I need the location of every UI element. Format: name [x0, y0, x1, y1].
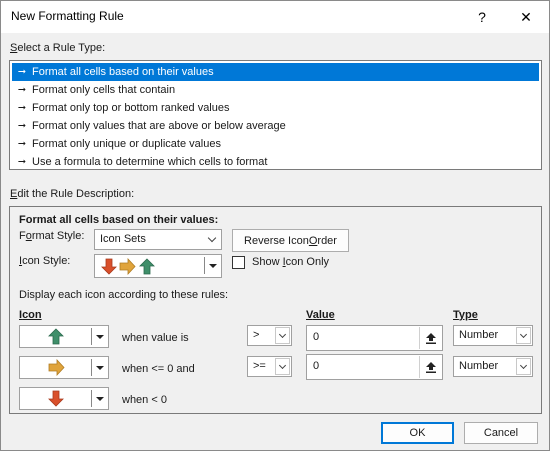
- show-icon-only-checkbox[interactable]: [232, 256, 245, 269]
- dropdown-arrow-icon: [96, 335, 104, 339]
- icon-style-label: Icon Style:: [19, 255, 71, 267]
- chevron-down-icon: [516, 327, 531, 344]
- title-bar: New Formatting Rule ? ✕: [1, 1, 549, 33]
- chevron-down-icon: [275, 327, 290, 344]
- type-select-row-1[interactable]: Number: [453, 325, 533, 346]
- window-title: New Formatting Rule: [11, 9, 124, 23]
- value-input-row-2[interactable]: 0: [306, 354, 443, 380]
- rule-arrow-icon: ⭢: [18, 120, 26, 131]
- yellow-right-arrow-icon: [48, 359, 65, 376]
- format-style-label: Format Style:: [19, 230, 85, 242]
- reverse-icon-order-button[interactable]: Reverse Icon Order: [232, 229, 349, 252]
- type-column-header: Type: [453, 309, 478, 321]
- dropdown-arrow-icon: [96, 366, 104, 370]
- dropdown-arrow-icon: [96, 397, 104, 401]
- green-up-arrow-icon: [139, 258, 155, 275]
- condition-text-row-2: when <= 0 and: [122, 363, 195, 375]
- green-up-arrow-icon: [48, 328, 64, 345]
- rule-arrow-icon: ⭢: [18, 138, 26, 149]
- value-input-row-1[interactable]: 0: [306, 325, 443, 351]
- rule-type-item[interactable]: ⭢ Format all cells based on their values: [12, 63, 539, 81]
- red-down-arrow-icon: [48, 390, 64, 407]
- rule-arrow-icon: ⭢: [18, 66, 26, 77]
- range-picker-icon[interactable]: [419, 356, 441, 378]
- rules-intro-text: Display each icon according to these rul…: [19, 289, 229, 301]
- rule-description-panel: Format all cells based on their values: …: [9, 206, 542, 414]
- value-column-header: Value: [306, 309, 335, 321]
- new-formatting-rule-dialog: New Formatting Rule ? ✕ Select a Rule Ty…: [0, 0, 550, 451]
- dropdown-arrow-icon: [209, 264, 217, 268]
- rule-type-item[interactable]: ⭢ Format only unique or duplicate values: [12, 135, 539, 153]
- rule-type-list[interactable]: ⭢ Format all cells based on their values…: [9, 60, 542, 170]
- icon-select-row-1[interactable]: [19, 325, 109, 348]
- ok-button[interactable]: OK: [381, 422, 454, 444]
- icon-select-row-3[interactable]: [19, 387, 109, 410]
- type-select-row-2[interactable]: Number: [453, 356, 533, 377]
- rule-arrow-icon: ⭢: [18, 84, 26, 95]
- operator-select-row-1[interactable]: >: [247, 325, 292, 346]
- yellow-right-arrow-icon: [119, 258, 136, 275]
- chevron-down-icon: [275, 358, 290, 375]
- chevron-down-icon: [516, 358, 531, 375]
- rule-arrow-icon: ⭢: [18, 156, 26, 167]
- rule-type-label: Select a Rule Type:: [10, 42, 106, 54]
- format-style-select[interactable]: Icon Sets: [94, 229, 222, 250]
- chevron-down-icon: [203, 231, 220, 248]
- icon-style-select[interactable]: [94, 254, 222, 278]
- rule-type-item[interactable]: ⭢ Format only top or bottom ranked value…: [12, 99, 539, 117]
- range-picker-icon[interactable]: [419, 327, 441, 349]
- red-down-arrow-icon: [101, 258, 117, 275]
- operator-select-row-2[interactable]: >=: [247, 356, 292, 377]
- rule-type-item[interactable]: ⭢ Format only values that are above or b…: [12, 117, 539, 135]
- icon-select-row-2[interactable]: [19, 356, 109, 379]
- rule-type-item[interactable]: ⭢ Use a formula to determine which cells…: [12, 153, 539, 171]
- condition-text-row-1: when value is: [122, 332, 189, 344]
- rule-arrow-icon: ⭢: [18, 102, 26, 113]
- description-heading: Format all cells based on their values:: [19, 214, 219, 226]
- help-button[interactable]: ?: [459, 1, 505, 33]
- cancel-button[interactable]: Cancel: [464, 422, 538, 444]
- close-icon: ✕: [520, 8, 532, 25]
- close-button[interactable]: ✕: [503, 1, 549, 33]
- rule-description-label: Edit the Rule Description:: [10, 188, 135, 200]
- icon-column-header: Icon: [19, 309, 42, 321]
- show-icon-only-label: Show Icon Only: [252, 256, 330, 268]
- condition-text-row-3: when < 0: [122, 394, 167, 406]
- rule-type-item[interactable]: ⭢ Format only cells that contain: [12, 81, 539, 99]
- help-icon: ?: [478, 9, 486, 25]
